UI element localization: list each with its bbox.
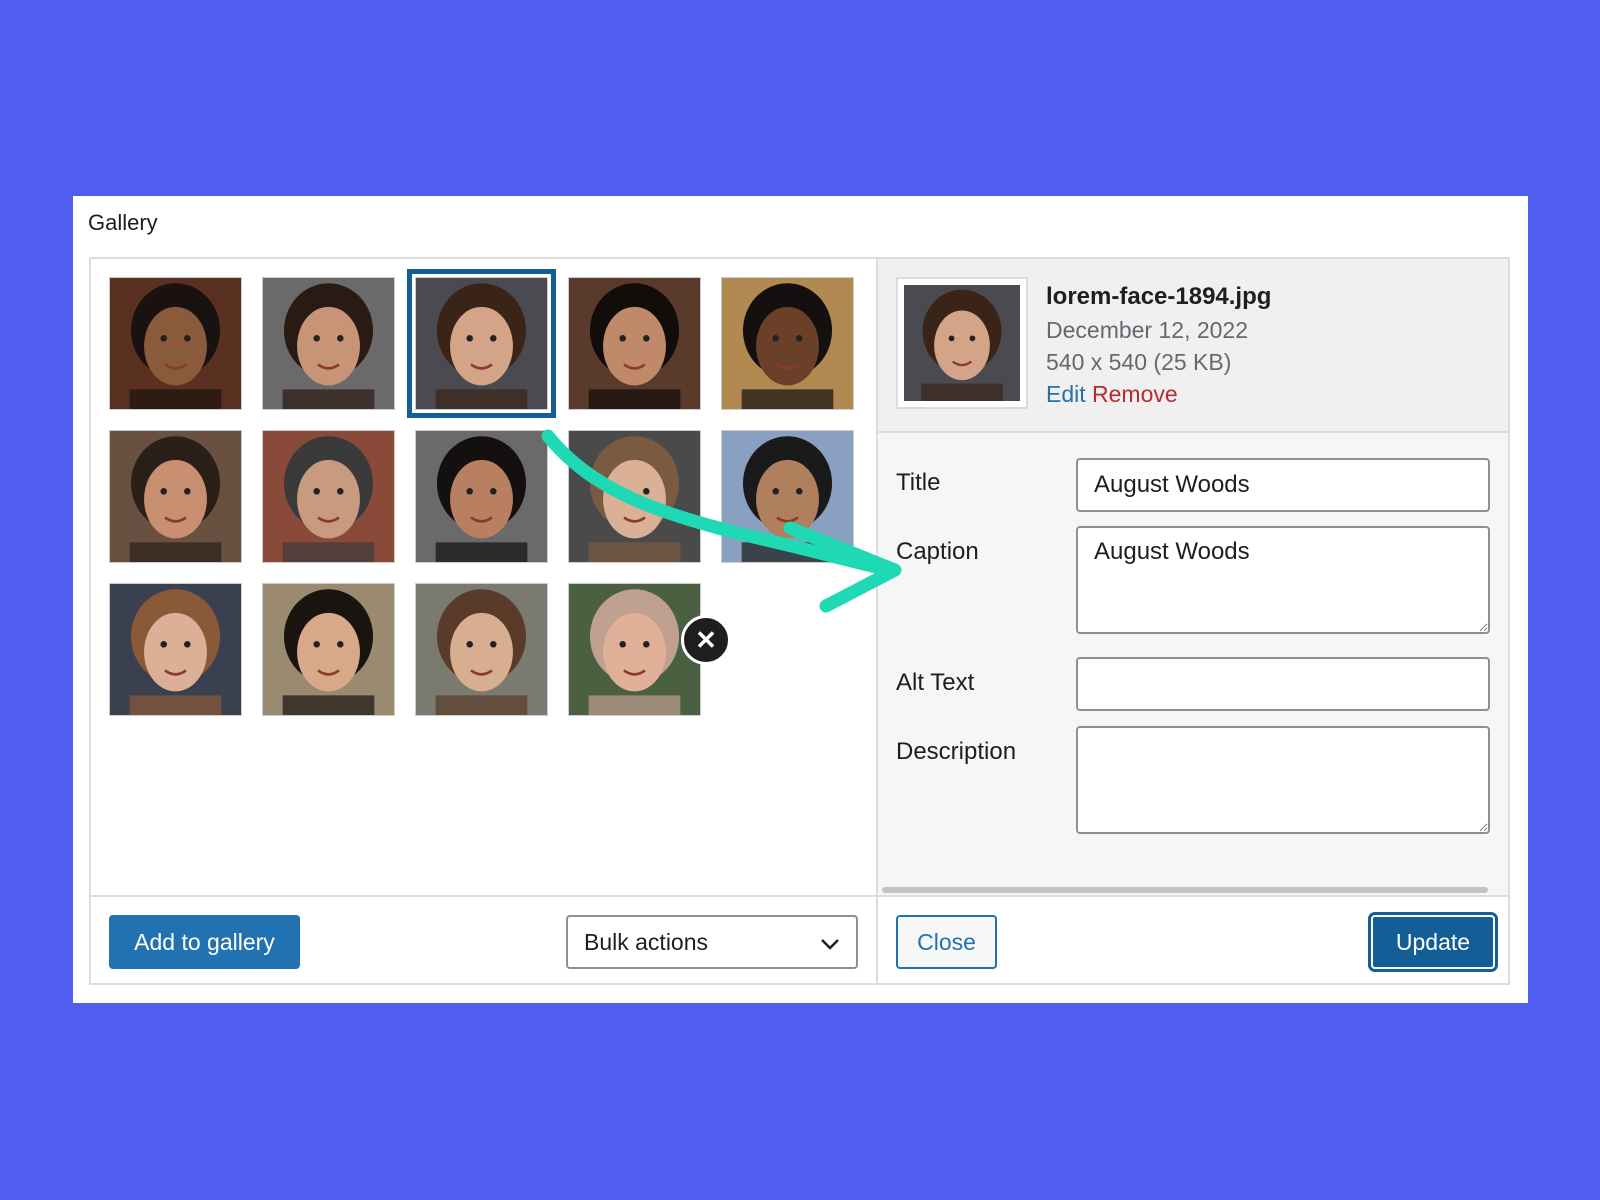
thumbnail-grid: ✕: [91, 259, 876, 895]
gallery-thumbnail[interactable]: [415, 583, 548, 716]
close-button[interactable]: Close: [896, 915, 997, 969]
file-name: lorem-face-1894.jpg: [1046, 283, 1272, 310]
gallery-thumbnail[interactable]: [568, 583, 701, 716]
bulk-actions-value: Bulk actions: [584, 928, 709, 955]
horizontal-scrollbar[interactable]: [882, 887, 1488, 893]
remove-link[interactable]: Remove: [1092, 381, 1178, 407]
gallery-thumbnail[interactable]: [109, 583, 242, 716]
gallery-thumbnail[interactable]: [407, 269, 556, 418]
alt-text-input[interactable]: [1076, 657, 1490, 711]
gallery-thumbnail[interactable]: [262, 583, 395, 716]
caption-label: Caption: [896, 538, 979, 565]
gallery-thumbnail[interactable]: [721, 277, 854, 410]
gallery-thumbnail[interactable]: [568, 430, 701, 563]
file-dimensions: 540 x 540 (25 KB): [1046, 349, 1232, 375]
gallery-thumbnail[interactable]: [109, 430, 242, 563]
remove-image-button[interactable]: ✕: [681, 615, 731, 665]
gallery-panel: ✕ lorem-face-1894.jpg December 12, 2022 …: [89, 257, 1510, 985]
gallery-thumbnail[interactable]: [568, 277, 701, 410]
title-label: Title: [896, 469, 941, 496]
chevron-down-icon: [820, 929, 840, 956]
alt-text-label: Alt Text: [896, 669, 975, 696]
bulk-actions-select[interactable]: Bulk actions: [566, 915, 858, 969]
close-icon: ✕: [695, 625, 717, 655]
edit-link[interactable]: Edit: [1046, 381, 1086, 407]
caption-textarea[interactable]: August Woods: [1076, 526, 1490, 634]
gallery-thumbnail[interactable]: [262, 277, 395, 410]
dialog-footer: Add to gallery Bulk actions Close Update: [91, 895, 1508, 983]
details-header: lorem-face-1894.jpg December 12, 2022 54…: [878, 259, 1508, 433]
gallery-thumbnail[interactable]: [415, 430, 548, 563]
preview-image: [896, 277, 1028, 409]
upload-date: December 12, 2022: [1046, 317, 1249, 343]
add-to-gallery-button[interactable]: Add to gallery: [109, 915, 300, 969]
dialog-title: Gallery: [88, 210, 158, 235]
update-button[interactable]: Update: [1371, 915, 1495, 969]
description-label: Description: [896, 738, 1017, 765]
footer-divider: [876, 897, 878, 983]
gallery-dialog: Gallery ✕ lorem-face-1894.jpg December 1…: [73, 196, 1528, 1003]
description-textarea[interactable]: [1076, 726, 1490, 834]
gallery-thumbnail[interactable]: [109, 277, 242, 410]
gallery-thumbnail[interactable]: [721, 430, 854, 563]
gallery-thumbnail[interactable]: [262, 430, 395, 563]
attachment-details: lorem-face-1894.jpg December 12, 2022 54…: [876, 259, 1508, 895]
title-input[interactable]: [1076, 458, 1490, 512]
